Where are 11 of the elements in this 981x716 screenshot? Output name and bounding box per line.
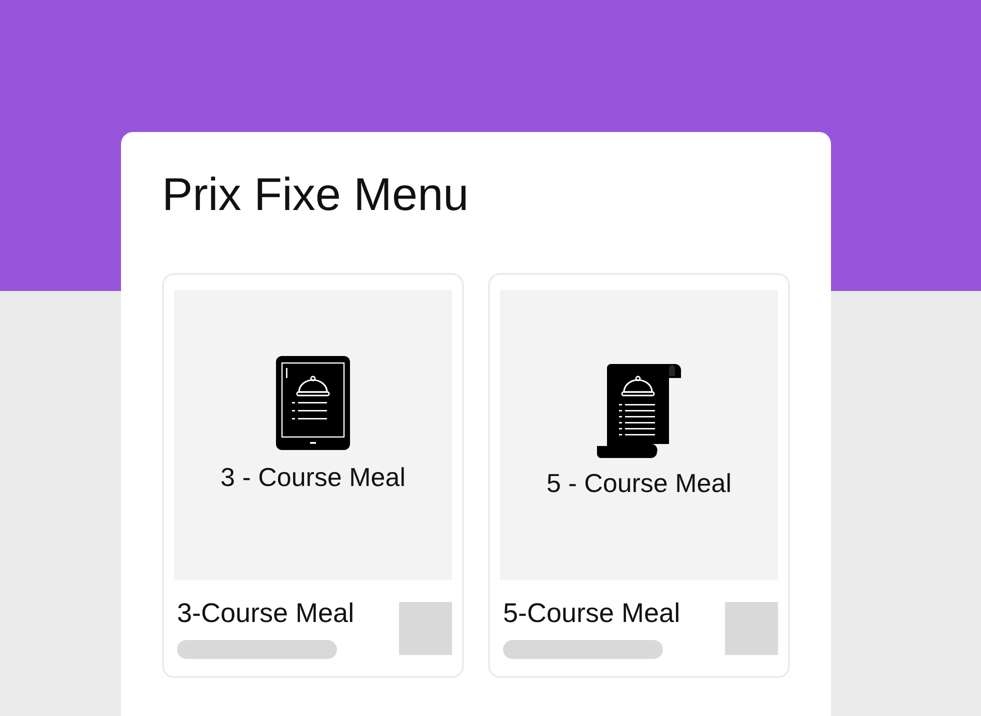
- tablet-menu-icon: [276, 356, 350, 450]
- scroll-menu-icon: [597, 364, 681, 458]
- menu-title: Prix Fixe Menu: [162, 168, 470, 221]
- meal-card[interactable]: 3 - Course Meal 3-Course Meal: [162, 272, 464, 678]
- placeholder-thumbnail: [725, 602, 778, 655]
- meal-name: 5-Course Meal: [503, 598, 680, 629]
- meal-card[interactable]: 5 - Course Meal 5-Course Meal: [488, 272, 790, 678]
- meal-name: 3-Course Meal: [177, 598, 354, 629]
- placeholder-thumbnail: [399, 602, 452, 655]
- image-caption: 3 - Course Meal: [220, 462, 406, 494]
- image-caption: 5 - Course Meal: [546, 468, 732, 500]
